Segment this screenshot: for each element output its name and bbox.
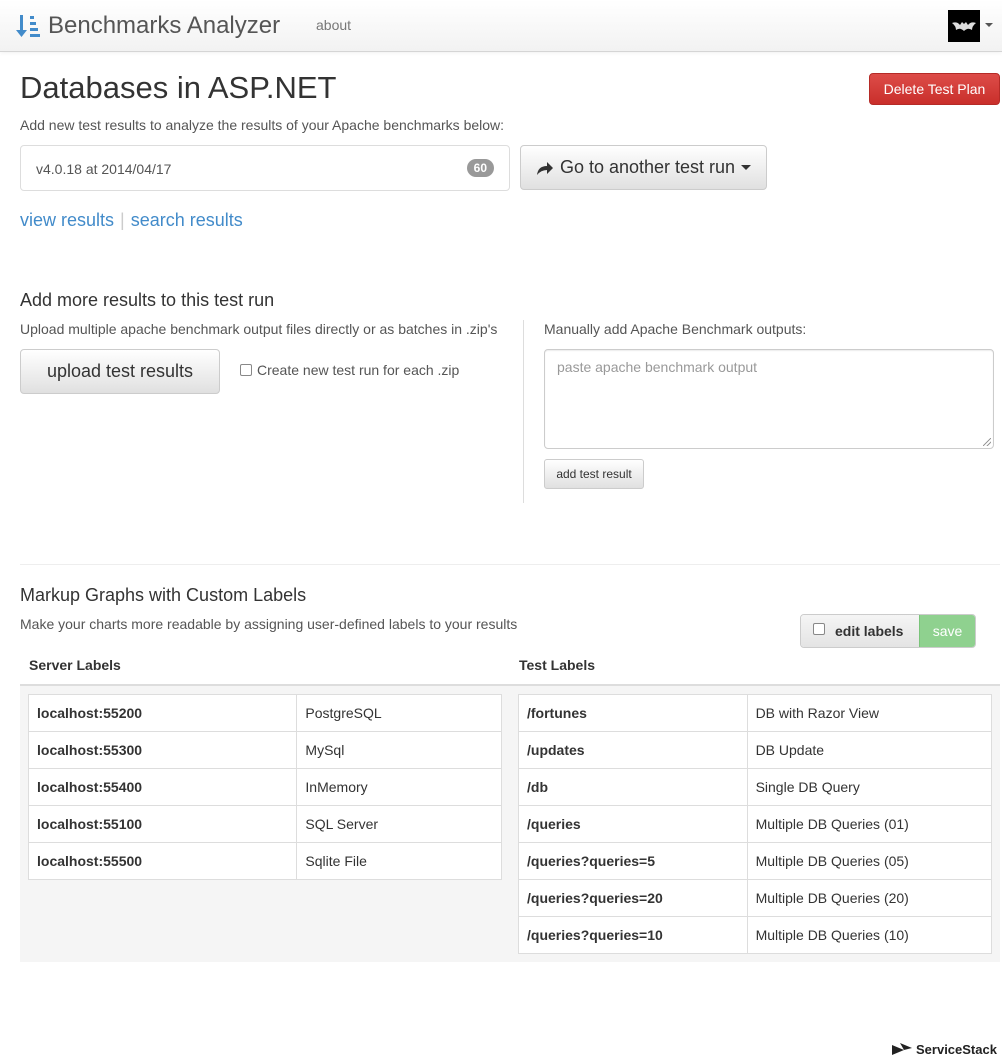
upload-help-text: Upload multiple apache benchmark output …: [20, 321, 498, 337]
label-key: /queries?queries=20: [518, 879, 748, 917]
label-value[interactable]: MySql: [296, 731, 502, 769]
current-test-run[interactable]: v4.0.18 at 2014/04/17 60: [20, 145, 510, 191]
result-links: view results | search results: [20, 210, 243, 231]
label-value[interactable]: Sqlite File: [296, 842, 502, 880]
servicestack-logo-icon: [892, 1042, 912, 1055]
edit-labels-label: edit labels: [835, 623, 904, 639]
search-results-link[interactable]: search results: [131, 210, 243, 230]
benchmark-output-textarea[interactable]: paste apache benchmark output: [544, 349, 994, 449]
view-results-link[interactable]: view results: [20, 210, 114, 230]
edit-labels-checkbox[interactable]: [813, 623, 825, 635]
label-key: localhost:55100: [27, 805, 298, 843]
label-key: /queries?queries=5: [518, 842, 748, 880]
label-key: /queries: [518, 805, 748, 843]
add-test-result-button[interactable]: add test result: [544, 459, 644, 489]
test-labels-header: Test Labels: [519, 657, 595, 673]
zip-new-run-option[interactable]: Create new test run for each .zip: [240, 362, 459, 378]
label-value[interactable]: Multiple DB Queries (20): [746, 879, 993, 917]
test-labels-table: /fortunes DB with Razor View/updates DB Up…: [518, 694, 993, 954]
navbar: Benchmarks Analyzer about: [0, 0, 1002, 52]
label-value[interactable]: DB with Razor View: [746, 694, 993, 732]
sort-descending-icon: [16, 15, 40, 37]
label-key: localhost:55400: [27, 768, 298, 806]
result-count-badge: 60: [466, 159, 494, 177]
label-key: localhost:55500: [27, 842, 298, 880]
label-key: localhost:55200: [27, 694, 298, 732]
label-key: localhost:55300: [27, 731, 298, 769]
intro-text: Add new test results to analyze the resu…: [20, 117, 505, 133]
user-menu-caret-icon[interactable]: [985, 23, 993, 27]
footer-logo-text: ServiceStack: [916, 1042, 997, 1057]
label-row: localhost:55500 Sqlite File: [27, 842, 502, 880]
label-value[interactable]: Single DB Query: [746, 768, 993, 806]
dropdown-caret-icon: [741, 165, 752, 170]
edit-labels-toggle[interactable]: edit labels: [801, 615, 919, 647]
resize-grip-icon[interactable]: [983, 438, 991, 446]
go-to-test-run-button[interactable]: Go to another test run: [520, 145, 767, 190]
zip-new-run-label: Create new test run for each .zip: [257, 362, 460, 378]
textarea-placeholder: paste apache benchmark output: [557, 359, 758, 375]
label-row: localhost:55200 PostgreSQL: [27, 694, 502, 732]
label-value[interactable]: InMemory: [296, 768, 502, 806]
label-key: /db: [518, 768, 748, 806]
upload-test-results-button[interactable]: upload test results: [20, 349, 220, 394]
label-row: /queries?queries=20 Multiple DB Queries (…: [518, 879, 993, 917]
label-row: localhost:55100 SQL Server: [27, 805, 502, 843]
label-key: /queries?queries=10: [518, 916, 748, 954]
label-row: /queries?queries=5 Multiple DB Queries (0…: [518, 842, 993, 880]
label-row: /db Single DB Query: [518, 768, 993, 806]
label-row: /queries?queries=10 Multiple DB Queries (…: [518, 916, 993, 954]
footer-logo[interactable]: ServiceStack: [892, 1042, 997, 1057]
label-row: /fortunes DB with Razor View: [518, 694, 993, 732]
label-row: /updates DB Update: [518, 731, 993, 769]
save-labels-button[interactable]: save: [919, 615, 975, 647]
label-value[interactable]: PostgreSQL: [296, 694, 502, 732]
label-row: /queries Multiple DB Queries (01): [518, 805, 993, 843]
delete-test-plan-button[interactable]: Delete Test Plan: [869, 73, 1000, 105]
brand[interactable]: Benchmarks Analyzer: [16, 10, 280, 42]
label-key: /fortunes: [518, 694, 748, 732]
manual-add-label: Manually add Apache Benchmark outputs:: [544, 321, 807, 337]
server-labels-table: localhost:55200 PostgreSQL localhost:55300…: [27, 694, 502, 880]
markup-title: Markup Graphs with Custom Labels: [20, 585, 307, 605]
add-results-title: Add more results to this test run: [20, 290, 275, 310]
nav-about-link[interactable]: about: [316, 17, 351, 33]
brand-title: Benchmarks Analyzer: [48, 12, 281, 39]
page-title: Databases in ASP.NET: [20, 70, 337, 105]
label-value[interactable]: DB Update: [746, 731, 993, 769]
label-value[interactable]: Multiple DB Queries (10): [746, 916, 993, 954]
zip-new-run-checkbox[interactable]: [240, 364, 252, 376]
label-key: /updates: [518, 731, 748, 769]
markup-help-text: Make your charts more readable by assign…: [20, 616, 518, 632]
column-divider: [523, 320, 524, 503]
go-to-test-run-label: Go to another test run: [559, 157, 736, 177]
label-row: localhost:55400 InMemory: [27, 768, 502, 806]
server-labels-header: Server Labels: [29, 657, 121, 673]
link-separator: |: [120, 210, 125, 230]
edit-labels-group: edit labels save: [800, 614, 976, 648]
avatar[interactable]: [948, 10, 980, 42]
label-value[interactable]: SQL Server: [296, 805, 502, 843]
label-value[interactable]: Multiple DB Queries (05): [746, 842, 993, 880]
label-row: localhost:55300 MySql: [27, 731, 502, 769]
share-arrow-icon: [536, 161, 553, 175]
label-value[interactable]: Multiple DB Queries (01): [746, 805, 993, 843]
test-run-label: v4.0.18 at 2014/04/17: [36, 161, 172, 177]
bat-logo-icon: [952, 22, 976, 31]
section-divider: [20, 564, 1000, 565]
